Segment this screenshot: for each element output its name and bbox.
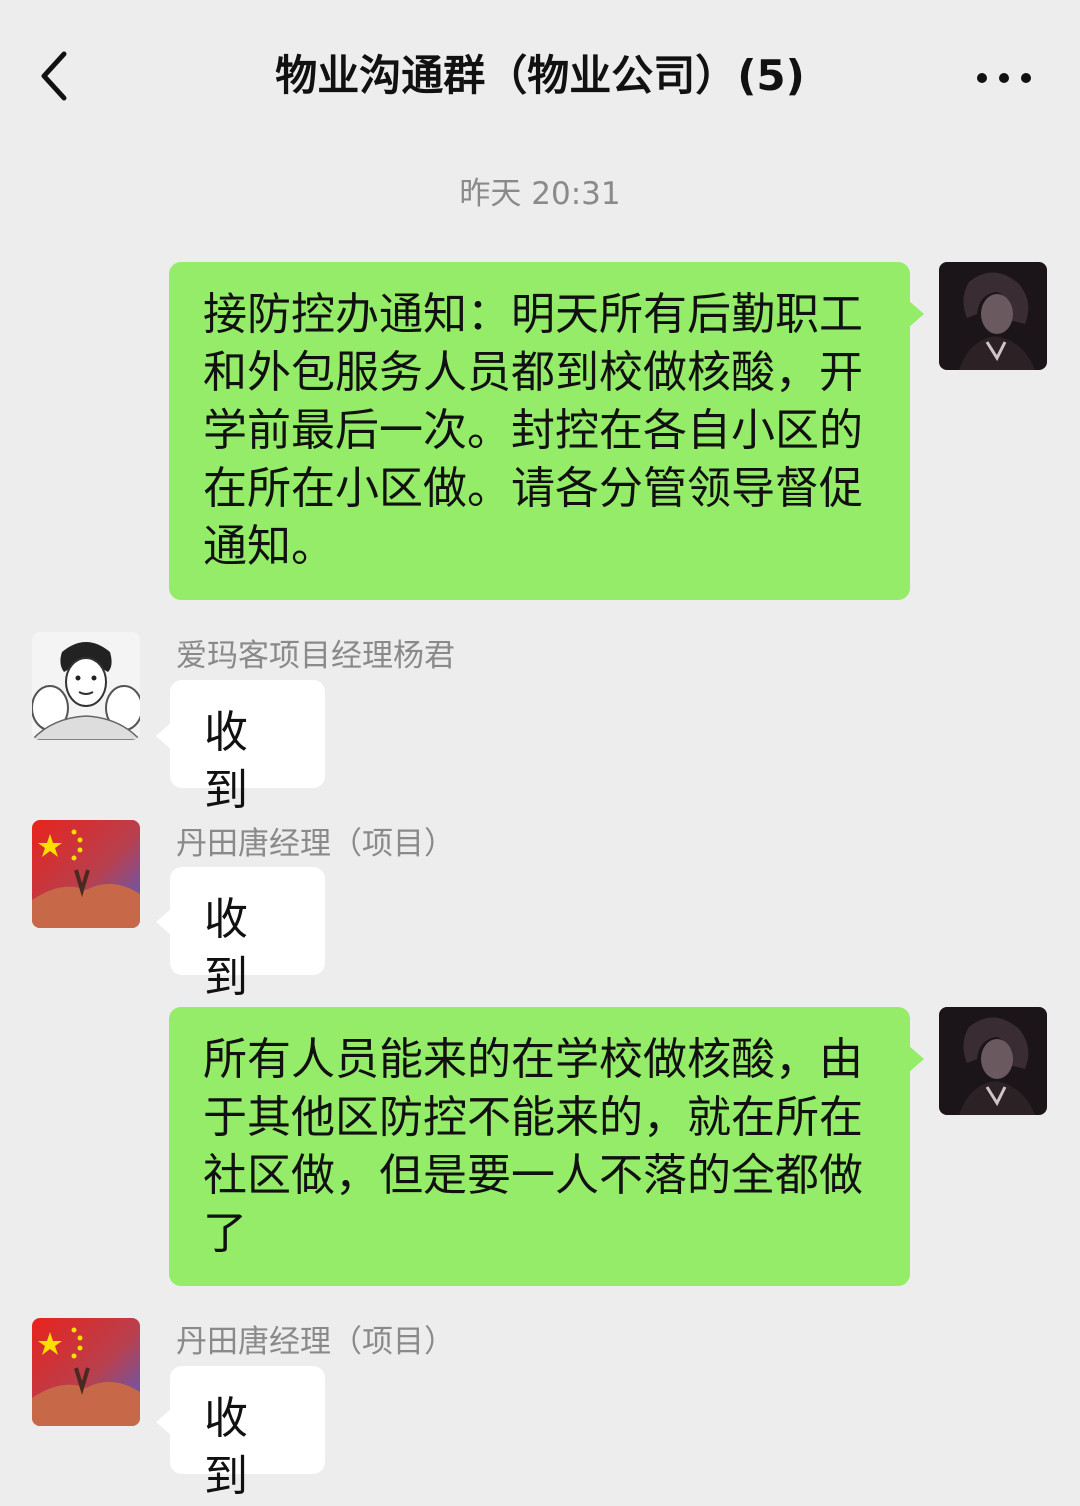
message-bubble-incoming[interactable]: 收到 [170,867,325,1003]
message-bubble-outgoing[interactable]: 接防控办通知：明天所有后勤职工和外包服务人员都到校做核酸，开学前最后一次。封控在… [169,262,910,600]
avatar-image [939,262,1047,370]
more-button[interactable] [972,58,1036,98]
sender-name: 爱玛客项目经理杨君 [176,638,455,674]
message-bubble-incoming[interactable]: 收到 [170,680,325,816]
my-avatar[interactable] [939,1007,1047,1115]
message-text: 收到 [204,707,248,816]
message-bubble-outgoing[interactable]: 所有人员能来的在学校做核酸，由于其他区防控不能来的，就在所在社区做，但是要一人不… [169,1007,910,1286]
message-bubble-incoming[interactable]: 收到 [170,1366,325,1502]
avatar-image [32,632,140,740]
bubble-tail [908,1045,924,1073]
avatar-image [939,1007,1047,1115]
avatar-image [32,820,140,928]
message-timestamp: 昨天 20:31 [459,176,621,212]
avatar-image [32,1318,140,1426]
chevron-left-icon [41,51,67,101]
message-text: 所有人员能来的在学校做核酸，由于其他区防控不能来的，就在所在社区做，但是要一人不… [203,1034,863,1259]
sender-avatar[interactable] [32,1318,140,1426]
message-text: 接防控办通知：明天所有后勤职工和外包服务人员都到校做核酸，开学前最后一次。封控在… [203,289,863,572]
more-dots-icon [977,73,1031,83]
message-text: 收到 [204,1393,248,1502]
sender-avatar[interactable] [32,820,140,928]
my-avatar[interactable] [939,262,1047,370]
chat-title: 物业沟通群（物业公司）(5) [275,51,805,100]
sender-name: 丹田唐经理（项目） [176,826,455,862]
title-bar: 物业沟通群（物业公司）(5) [0,0,1080,150]
message-text: 收到 [204,894,248,1003]
back-button[interactable] [30,46,84,106]
sender-avatar[interactable] [32,632,140,740]
sender-name: 丹田唐经理（项目） [176,1324,455,1360]
bubble-tail [908,300,924,328]
